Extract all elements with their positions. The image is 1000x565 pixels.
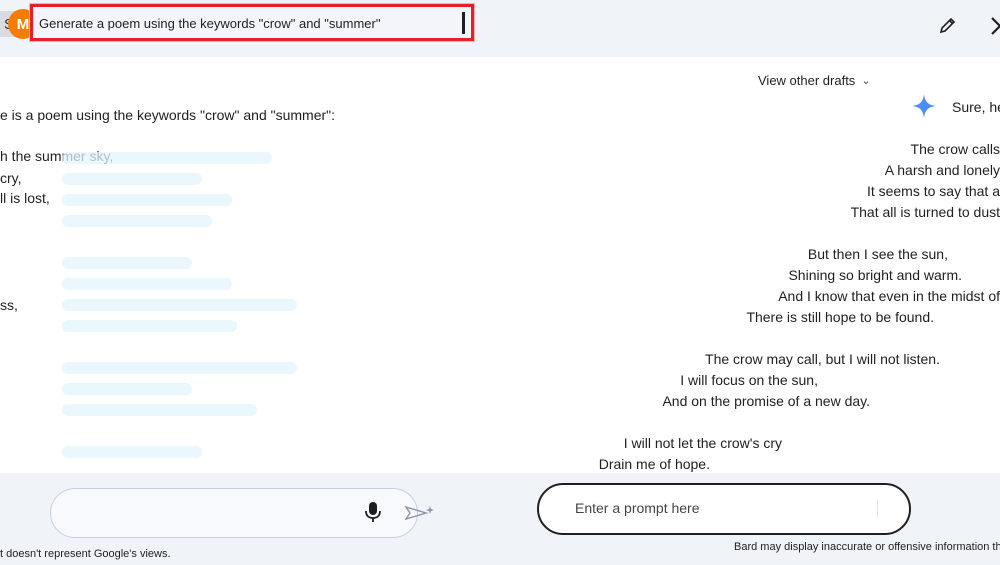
response-intro: Sure, he bbox=[952, 99, 1000, 115]
left-draft-line: ll is lost, bbox=[0, 190, 50, 206]
faded-text-line bbox=[62, 278, 232, 290]
user-prompt-highlight: Generate a poem using the keywords "crow… bbox=[29, 3, 475, 42]
faded-prompt-input bbox=[50, 488, 418, 538]
faded-text-line bbox=[62, 215, 212, 227]
text-cursor bbox=[462, 12, 465, 34]
bard-sparkle-icon bbox=[911, 93, 937, 119]
disclaimer-text: Bard may display inaccurate or offensive… bbox=[734, 541, 1000, 553]
prompt-header: S M Generate a poem using the keywords "… bbox=[0, 0, 1000, 56]
view-drafts-label: View other drafts bbox=[758, 73, 856, 88]
poem-line: It seems to say that a bbox=[866, 183, 1000, 199]
user-prompt-text: Generate a poem using the keywords "crow… bbox=[39, 16, 381, 31]
poem-line: That all is turned to dust bbox=[850, 204, 1000, 220]
prompt-placeholder: Enter a prompt here bbox=[575, 500, 700, 516]
left-draft-intro: e is a poem using the keywords "crow" an… bbox=[0, 107, 336, 123]
input-area: Enter a prompt here t doesn't represent … bbox=[0, 473, 1000, 565]
view-other-drafts-button[interactable]: View other drafts ⌄ bbox=[758, 73, 871, 88]
left-draft-line: cry, bbox=[0, 170, 22, 186]
expand-icon[interactable] bbox=[986, 12, 1000, 38]
chevron-down-icon: ⌄ bbox=[861, 75, 871, 87]
faded-text-line bbox=[62, 446, 202, 458]
send-arrow-icon bbox=[404, 503, 436, 523]
poem-line: A harsh and lonely bbox=[884, 162, 1000, 178]
poem-line: But then I see the sun, bbox=[807, 246, 948, 262]
poem-line: There is still hope to be found. bbox=[746, 309, 934, 325]
prompt-input[interactable]: Enter a prompt here bbox=[537, 483, 911, 535]
poem-line: I will focus on the sun, bbox=[680, 372, 818, 388]
poem-line: I will not let the crow's cry bbox=[623, 435, 782, 451]
left-draft-line: ss, bbox=[0, 297, 18, 313]
faded-text-line bbox=[62, 194, 232, 206]
response-panel: View other drafts ⌄ Sure, he e is a poem… bbox=[0, 57, 1000, 473]
poem-line: And on the promise of a new day. bbox=[662, 393, 870, 409]
poem-line: Drain me of hope. bbox=[598, 456, 710, 472]
send-button[interactable] bbox=[877, 500, 891, 518]
poem-line: The crow calls bbox=[910, 141, 1000, 157]
faded-text-line bbox=[62, 173, 202, 185]
faded-text-line bbox=[62, 299, 297, 311]
poem-line: The crow may call, but I will not listen… bbox=[705, 351, 940, 367]
faded-text-line bbox=[62, 362, 297, 374]
faded-text-line bbox=[62, 383, 192, 395]
disclaimer-text: t doesn't represent Google's views. bbox=[0, 548, 171, 560]
faded-text-line bbox=[62, 152, 272, 164]
poem-line: Shining so bright and warm. bbox=[788, 267, 962, 283]
microphone-icon[interactable] bbox=[364, 500, 382, 524]
poem-line: And I know that even in the midst of bbox=[778, 288, 1000, 304]
edit-prompt-icon[interactable] bbox=[934, 11, 962, 39]
faded-text-line bbox=[62, 320, 237, 332]
faded-text-line bbox=[62, 257, 192, 269]
faded-text-line bbox=[62, 404, 257, 416]
